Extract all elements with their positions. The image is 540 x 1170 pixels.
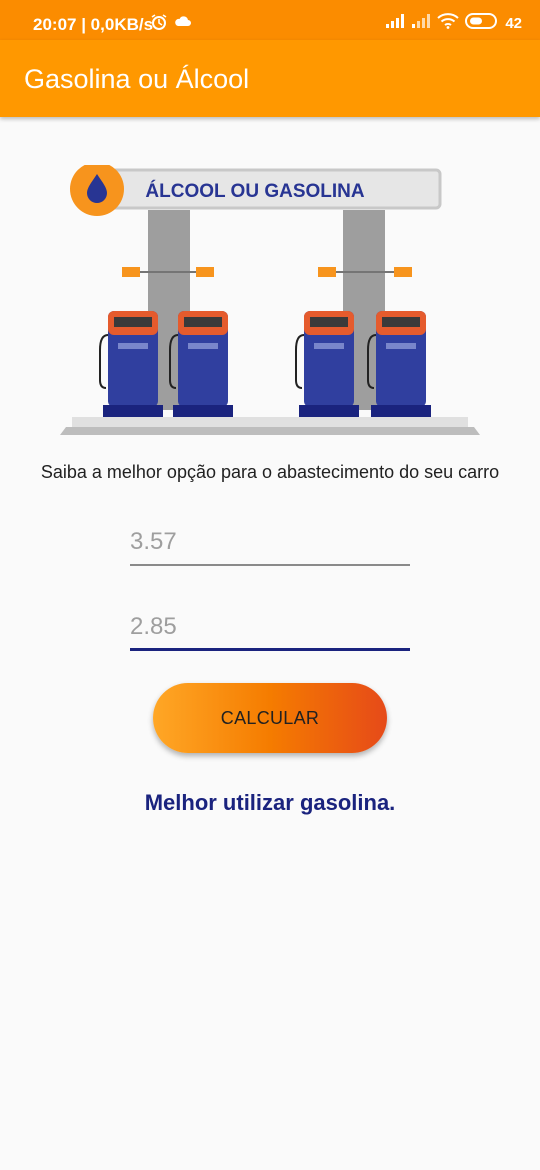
wifi-icon (437, 13, 459, 34)
gasolina-price-input[interactable]: 3.57 (130, 524, 410, 566)
fuel-pump (99, 311, 163, 417)
signal-icon (385, 13, 405, 34)
alcool-price-value[interactable]: 2.85 (130, 613, 177, 641)
fuel-pump (367, 311, 431, 417)
app-title: Gasolina ou Álcool (24, 64, 250, 94)
alarm-icon (150, 13, 168, 36)
status-time: 20:07 | 0,0KB/s (33, 15, 154, 34)
signal-icon-2 (411, 13, 431, 34)
calcular-button[interactable]: CALCULAR (153, 683, 387, 753)
fuel-pump (295, 311, 359, 417)
battery-percent: 42 (505, 15, 522, 32)
gasolina-price-value[interactable]: 3.57 (130, 528, 177, 556)
result-text: Melhor utilizar gasolina. (144, 790, 396, 815)
alcool-price-input[interactable]: 2.85 (130, 609, 410, 651)
subtitle-text: Saiba a melhor opção para o abasteciment… (40, 462, 500, 482)
gas-station-illustration: ÁLCOOL OU GASOLINA (60, 165, 480, 435)
cloud-icon (174, 13, 192, 36)
input-underline (130, 564, 410, 566)
fuel-pump (169, 311, 233, 417)
battery-icon (465, 13, 499, 34)
status-bar: 20:07 | 0,0KB/s 42 (0, 0, 540, 40)
sign-text: ÁLCOOL OU GASOLINA (145, 180, 364, 202)
app-bar: Gasolina ou Álcool (0, 40, 540, 117)
input-underline (130, 648, 410, 651)
